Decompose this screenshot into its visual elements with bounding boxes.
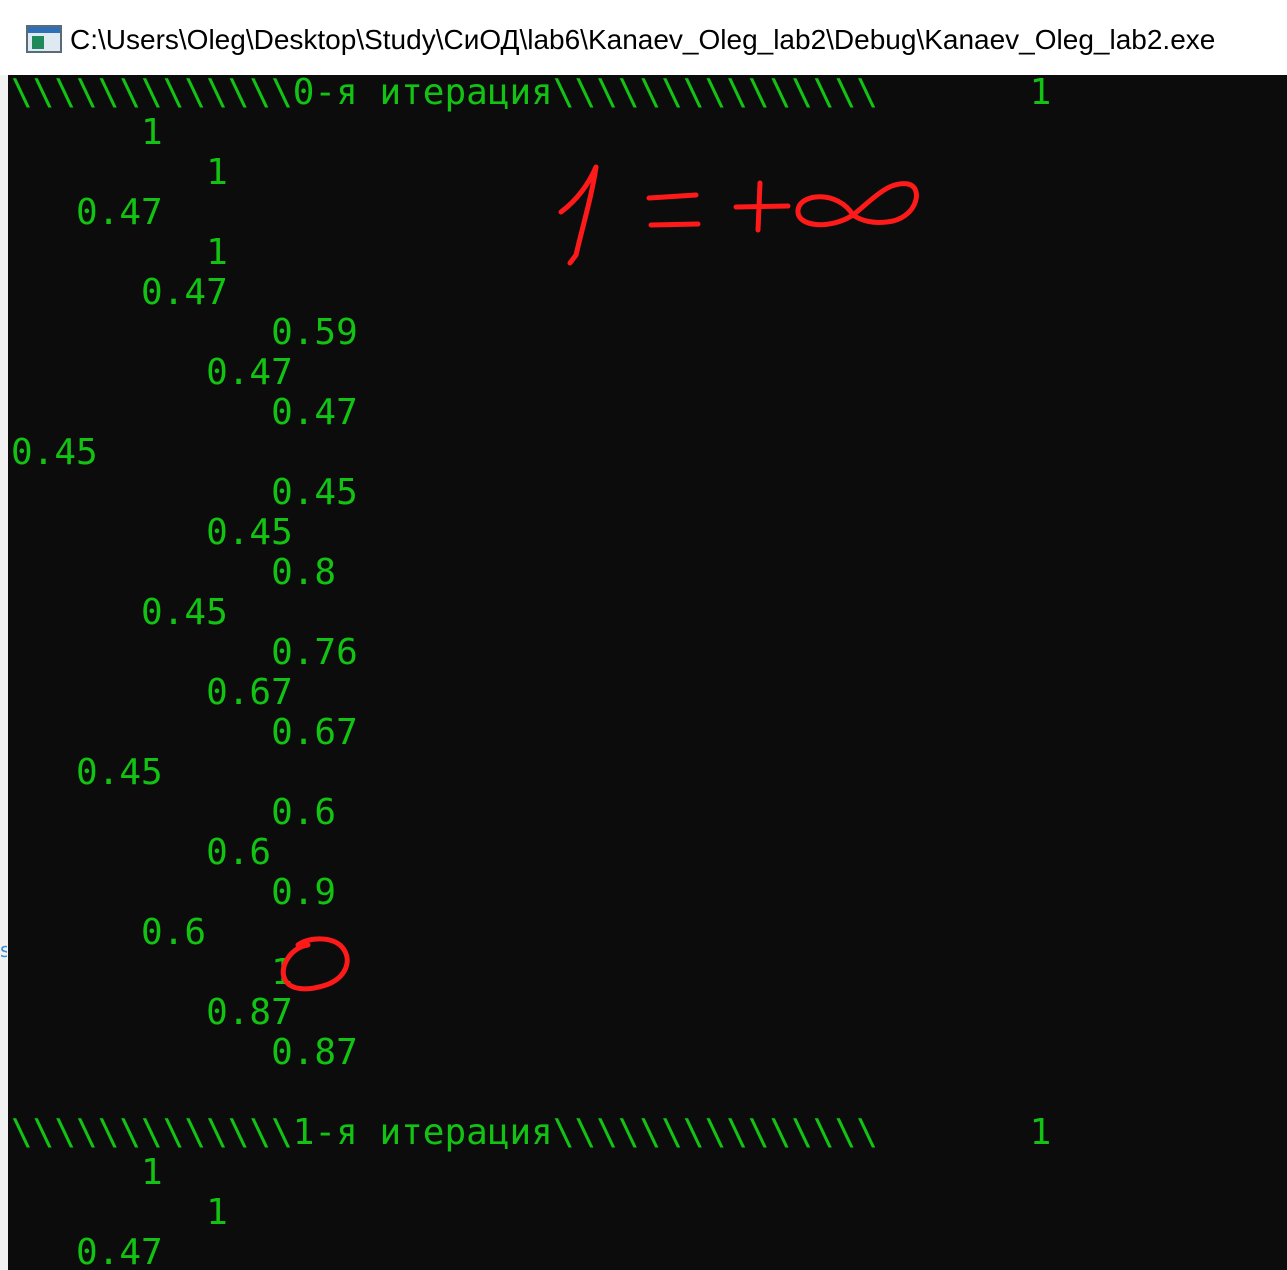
console-line-circled: 1 bbox=[11, 952, 293, 993]
console-line: 0.67 bbox=[11, 672, 293, 713]
console-line: 1 bbox=[11, 232, 228, 273]
handwritten-equals-bottom bbox=[648, 221, 701, 228]
console-line: 1 bbox=[11, 1152, 163, 1193]
handwritten-equals-top bbox=[646, 192, 699, 201]
console-output-area[interactable]: \\\\\\\\\\\\\0-я итерация\\\\\\\\\\\\\\\… bbox=[8, 75, 1287, 1270]
handwritten-infinity bbox=[795, 181, 919, 228]
console-line: 0.45 bbox=[11, 472, 358, 513]
iteration-header: \\\\\\\\\\\\\1-я итерация\\\\\\\\\\\\\\\… bbox=[11, 1112, 1052, 1153]
console-line: 0.45 bbox=[11, 592, 228, 633]
handwritten-one-stroke bbox=[558, 164, 599, 266]
console-line: 0.6 bbox=[11, 792, 337, 833]
title-bar[interactable]: C:\Users\Oleg\Desktop\Study\СиОД\lab6\Ka… bbox=[0, 0, 1287, 76]
console-line: 0.47 bbox=[11, 1232, 163, 1270]
console-line: 0.76 bbox=[11, 632, 358, 673]
console-line: 0.67 bbox=[11, 712, 358, 753]
console-line: 0.6 bbox=[11, 832, 272, 873]
console-window: C:\Users\Oleg\Desktop\Study\СиОД\lab6\Ka… bbox=[0, 0, 1287, 1270]
circle-annotation bbox=[280, 936, 350, 992]
console-line: 0.59 bbox=[11, 312, 358, 353]
console-line: 0.47 bbox=[11, 272, 228, 313]
console-line: 0.45 bbox=[11, 752, 163, 793]
console-app-icon bbox=[26, 25, 62, 53]
window-title: C:\Users\Oleg\Desktop\Study\СиОД\lab6\Ka… bbox=[70, 24, 1216, 55]
handwritten-plus-horizontal bbox=[733, 203, 791, 210]
console-line: 1 bbox=[11, 112, 163, 153]
iteration-header: \\\\\\\\\\\\\0-я итерация\\\\\\\\\\\\\\\… bbox=[11, 75, 1052, 113]
console-line: 0.47 bbox=[11, 392, 358, 433]
handwritten-plus-vertical bbox=[755, 180, 763, 233]
console-line: 0.45 bbox=[11, 512, 293, 553]
console-line: 0.47 bbox=[11, 352, 293, 393]
console-line: 0.45 bbox=[11, 432, 98, 473]
console-line: 1 bbox=[11, 152, 228, 193]
background-window-edge: s bbox=[0, 75, 8, 1270]
background-window-text-fragment: s bbox=[0, 938, 7, 962]
console-line: 0.6 bbox=[11, 912, 207, 953]
console-line: 0.9 bbox=[11, 872, 337, 913]
console-line: 1 bbox=[11, 1192, 228, 1233]
console-line: 0.8 bbox=[11, 552, 337, 593]
console-line: 0.47 bbox=[11, 192, 163, 233]
console-line: 0.87 bbox=[11, 1032, 358, 1073]
console-line: 0.87 bbox=[11, 992, 293, 1033]
